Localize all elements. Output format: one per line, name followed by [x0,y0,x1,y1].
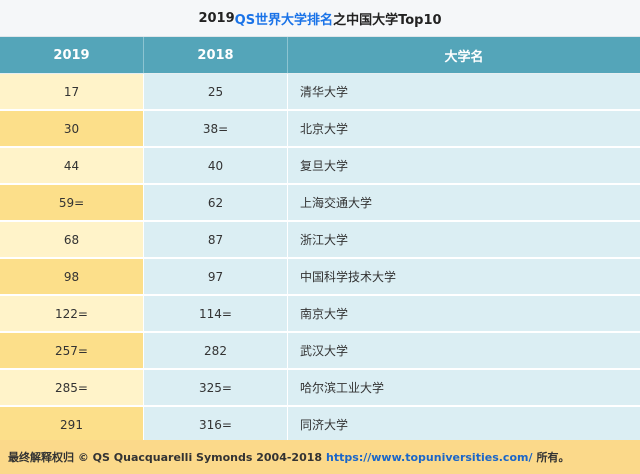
table-body: 17 25 清华大学 30 38= 北京大学 44 40 复旦大学 59= 62… [0,74,640,444]
rank-2018: 38= [143,111,287,146]
rank-2019: 17 [0,74,143,109]
university-name: 南京大学 [287,296,640,331]
rank-2019: 44 [0,148,143,183]
table-row: 68 87 浙江大学 [0,222,640,259]
university-name: 同济大学 [287,407,640,442]
header-university: 大学名 [444,49,484,65]
university-name: 北京大学 [287,111,640,146]
rank-2019: 291 [0,407,143,442]
rank-2019: 68 [0,222,143,257]
table-row: 59= 62 上海交通大学 [0,185,640,222]
rank-2018: 62 [143,185,287,220]
university-name: 上海交通大学 [287,185,640,220]
university-name: 复旦大学 [287,148,640,183]
table-row: 122= 114= 南京大学 [0,296,640,333]
rank-2018: 316= [143,407,287,442]
rank-2019: 59= [0,185,143,220]
table-header: 2019 2018 大学名 [0,37,640,74]
table-row: 285= 325= 哈尔滨工业大学 [0,370,640,407]
university-name: 浙江大学 [287,222,640,257]
university-name: 武汉大学 [287,333,640,368]
header-2019: 2019 [0,37,144,73]
title-suffix: 之中国大学Top10 [333,12,442,28]
header-2018: 2018 [144,37,288,73]
rank-2018: 25 [143,74,287,109]
rank-2019: 285= [0,370,143,405]
table-row: 98 97 中国科学技术大学 [0,259,640,296]
table-row: 44 40 复旦大学 [0,148,640,185]
rank-2019: 98 [0,259,143,294]
table-row: 30 38= 北京大学 [0,111,640,148]
rank-2019: 257= [0,333,143,368]
table-row: 291 316= 同济大学 [0,407,640,444]
university-name: 中国科学技术大学 [287,259,640,294]
title-prefix: 2019 [198,10,235,26]
rank-2018: 87 [143,222,287,257]
rank-2018: 325= [143,370,287,405]
table-title: 2019 QS世界大学排名 之中国大学Top10 [0,0,640,37]
topuniversities-link[interactable]: https://www.topuniversities.com/ [326,451,532,464]
rank-2018: 40 [143,148,287,183]
footer-suffix: 所有。 [536,451,570,464]
rank-2018: 282 [143,333,287,368]
university-name: 哈尔滨工业大学 [287,370,640,405]
university-name: 清华大学 [287,74,640,109]
table-row: 17 25 清华大学 [0,74,640,111]
footer-prefix: 最终解释权归 © QS Quacquarelli Symonds 2004-20… [8,451,323,464]
rank-2019: 122= [0,296,143,331]
copyright-footer: 最终解释权归 © QS Quacquarelli Symonds 2004-20… [0,440,640,474]
rank-2019: 30 [0,111,143,146]
rank-2018: 97 [143,259,287,294]
ranking-table-card: 2019 QS世界大学排名 之中国大学Top10 2019 2018 大学名 1… [0,0,640,474]
rank-2018: 114= [143,296,287,331]
title-highlight: QS世界大学排名 [234,12,334,28]
table-row: 257= 282 武汉大学 [0,333,640,370]
